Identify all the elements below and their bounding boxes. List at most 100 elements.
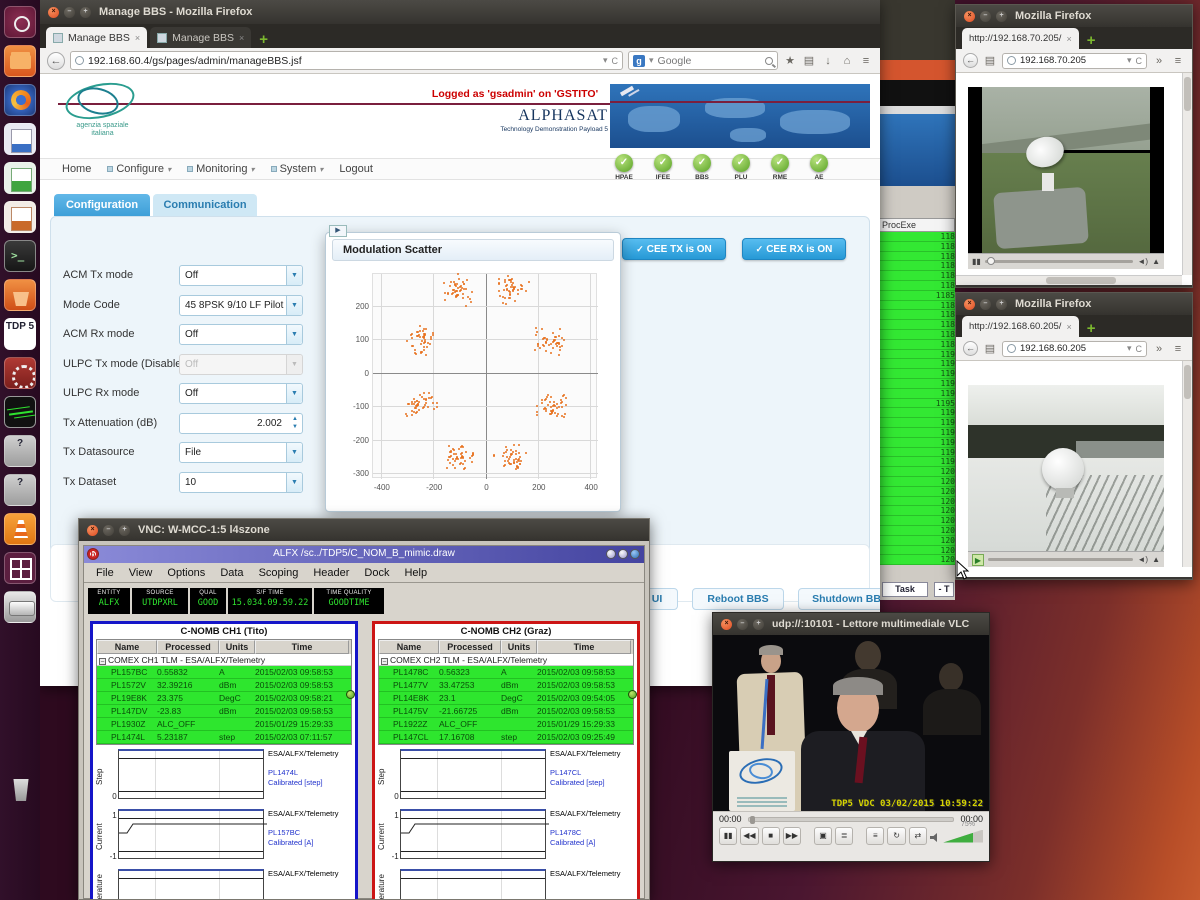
back-button[interactable]: ← [963,53,978,68]
webcam-video[interactable]: ▮▮ ◄) ▲ [968,87,1164,269]
proc-row[interactable]: 120 [879,516,955,526]
table-row[interactable]: PL1477V33.47253dBm2015/02/03 09:58:53 [379,679,633,692]
proc-row[interactable]: 119 [879,457,955,467]
chevron-down-icon[interactable]: ▼ [286,266,302,285]
maximize-icon[interactable] [618,549,628,559]
task-button-2[interactable]: - T [934,582,954,597]
menu-configure[interactable]: Configure ▾ [107,163,171,175]
reboot-bbs-button[interactable]: Reboot BBS [692,588,784,610]
mimic-menu-help[interactable]: Help [404,567,427,579]
proc-row[interactable]: 120 [879,506,955,516]
url-dropdown-icon[interactable]: ▾ [603,55,608,66]
tree-collapse-icon[interactable]: – [381,658,388,665]
ubuntu-dash-icon[interactable] [4,6,36,38]
mimic-menu-header[interactable]: Header [313,567,349,579]
ulpc-rx-mode-select[interactable]: Off▼ [179,383,303,404]
menu-monitoring[interactable]: Monitoring ▾ [187,163,254,175]
vlc-icon[interactable] [4,513,36,545]
proc-row[interactable]: 120 [879,467,955,477]
proc-row[interactable]: 118 [879,252,955,262]
chevron-down-icon[interactable]: ▼ [286,473,302,492]
table-row[interactable]: PL157BC0.55832A2015/02/03 09:58:53 [97,666,351,679]
more-icon[interactable]: » [1152,55,1166,67]
column-header[interactable]: Processed [157,640,219,654]
fullscreen-icon[interactable]: ▲ [1152,555,1160,564]
titlebar[interactable]: ×–+ VNC: W-MCC-1:5 l4szone [79,519,649,541]
close-icon[interactable] [630,549,640,559]
table-row[interactable]: PL1922ZALC_OFF2015/01/29 15:29:33 [379,718,633,731]
maximize-icon[interactable]: + [753,619,764,630]
table-row[interactable]: PL1930ZALC_OFF2015/01/29 15:29:33 [97,718,351,731]
tab-configuration[interactable]: Configuration [54,194,150,216]
new-tab-icon[interactable]: + [1087,32,1096,49]
tab-cam1[interactable]: http://192.168.70.205/× [962,28,1079,49]
tab-close-icon[interactable]: × [239,33,244,43]
volume-control[interactable]: 75% [930,830,983,843]
pause-icon[interactable]: ▮▮ [972,257,981,266]
proc-row[interactable]: 119 [879,428,955,438]
proc-row[interactable]: 120 [879,546,955,556]
proc-row[interactable]: 118 [879,330,955,340]
chevron-down-icon[interactable]: ▼ [286,296,302,315]
shuffle-button[interactable]: ⇄ [909,827,927,845]
workspace-switcher-icon[interactable] [4,552,36,584]
menu-icon[interactable]: ≡ [1171,55,1185,67]
reload-icon[interactable]: C [612,56,619,66]
proc-row[interactable]: 1195 [879,399,955,409]
tab-manage-bbs-1[interactable]: Manage BBS× [46,27,147,48]
proc-row[interactable]: 120 [879,477,955,487]
url-bar[interactable]: 192.168.60.4/gs/pages/admin/manageBBS.js… [70,51,623,70]
mode-code-select[interactable]: 45 8PSK 9/10 LF Pilot ON▼ [179,295,303,316]
column-header[interactable]: Time [537,640,631,654]
table-row[interactable]: PL147CL17.16708step2015/02/03 09:25:49 [379,731,633,744]
downloads-icon[interactable]: ↓ [821,55,835,67]
new-tab-icon[interactable]: + [259,31,268,48]
column-header[interactable]: Units [501,640,537,654]
cee-tx-button[interactable]: ✓CEE TX is ON [622,238,726,260]
proc-row[interactable]: 118 [879,320,955,330]
close-icon[interactable]: × [48,7,59,18]
mimic-menu-options[interactable]: Options [167,567,205,579]
trash-icon[interactable] [4,773,36,805]
chevron-down-icon[interactable]: ▼ [286,384,302,403]
terminal-icon[interactable] [4,240,36,272]
menu-icon[interactable]: ≡ [859,55,873,67]
column-header[interactable]: Time [255,640,349,654]
maximize-icon[interactable]: + [996,299,1007,310]
table-row[interactable]: PL1475V-21.66725dBm2015/02/03 09:58:53 [379,705,633,718]
proc-row[interactable]: 119 [879,438,955,448]
search-input[interactable]: g ▾ Google [628,51,778,70]
bookmark-star-icon[interactable]: ★ [783,54,797,67]
close-icon[interactable]: × [964,11,975,22]
proc-row[interactable]: 119 [879,359,955,369]
firefox-icon[interactable] [4,84,36,116]
back-button[interactable]: ← [963,341,978,356]
minimize-icon[interactable]: – [64,7,75,18]
proc-row[interactable]: 118 [879,340,955,350]
tab-close-icon[interactable]: × [1066,322,1071,332]
tx-attenuation-db--input[interactable]: 2.002▲▼ [179,413,303,434]
titlebar[interactable]: ×–+ Mozilla Firefox [956,293,1192,315]
settings-button[interactable]: ≣ [835,827,853,845]
horizontal-scrollbar[interactable] [956,275,1182,285]
unknown-app-1-icon[interactable]: ? [4,435,36,467]
proc-row[interactable]: 119 [879,350,955,360]
minimize-icon[interactable] [606,549,616,559]
tab-communication[interactable]: Communication [153,194,257,216]
vlc-video[interactable]: TDP5 VDC 03/02/2015 10:59:22 [713,635,989,813]
search-engine-label[interactable]: Google [658,55,761,67]
proc-row[interactable]: 118 [879,310,955,320]
proc-row[interactable]: 118 [879,232,955,242]
fullscreen-button[interactable]: ▣ [814,827,832,845]
table-row[interactable]: PL19E8K23.375DegC2015/02/03 09:58:21 [97,692,351,705]
proc-row[interactable]: 118 [879,242,955,252]
vertical-scrollbar[interactable] [1182,361,1192,567]
disk-utility-icon[interactable] [4,591,36,623]
play-icon[interactable]: ▶ [972,554,984,566]
mimic-titlebar[interactable]: b ALFX /sc../TDP5/C_NOM_B_mimic.draw [84,546,644,563]
proc-row[interactable]: 119 [879,389,955,399]
home-icon[interactable]: ⌂ [840,55,854,67]
previous-button[interactable]: ◀◀ [740,827,758,845]
libreoffice-writer-icon[interactable] [4,123,36,155]
search-icon[interactable] [765,57,773,65]
